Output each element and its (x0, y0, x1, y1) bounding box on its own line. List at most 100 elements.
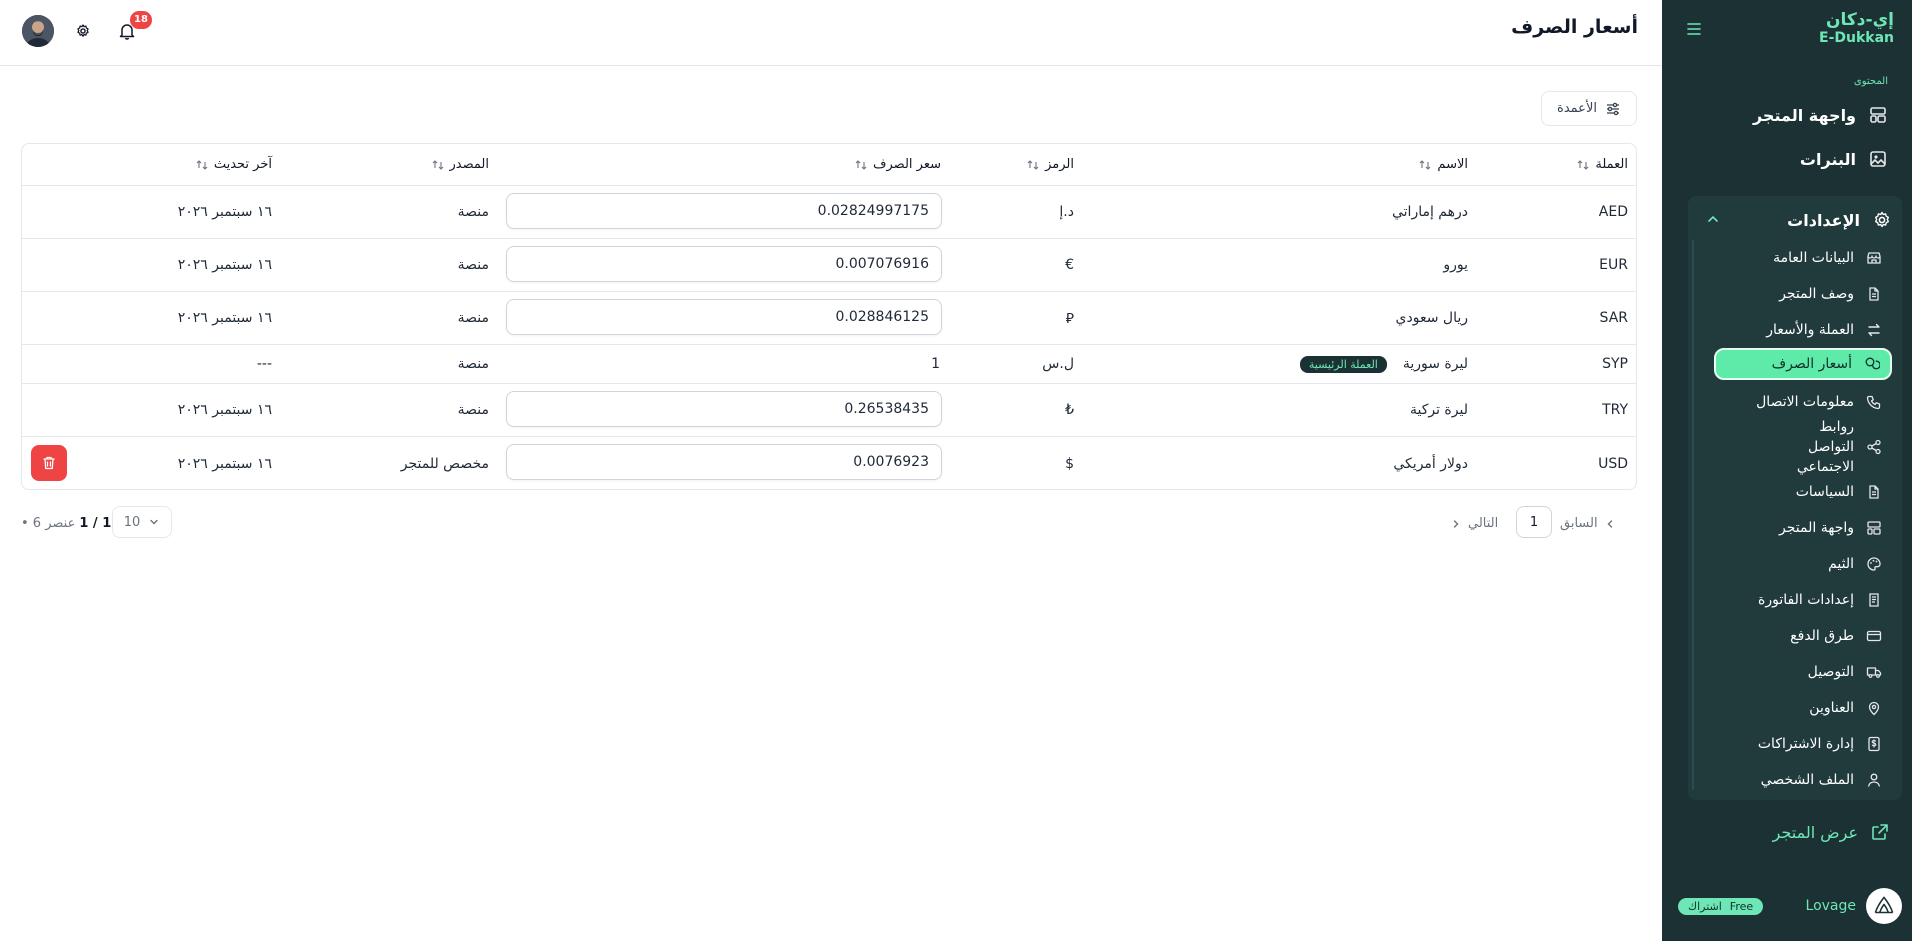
sidebar-item-storefront-settings[interactable]: واجهة المتجر (1724, 516, 1882, 540)
sidebar-item-store-description[interactable]: وصف المتجر (1724, 282, 1882, 306)
sidebar-item-label: أسعار الصرف (1771, 356, 1852, 372)
sidebar-item-policies[interactable]: السياسات (1724, 480, 1882, 504)
pagination-page[interactable]: 1 (1516, 506, 1552, 538)
brand-name-en: E-Dukkan (1819, 30, 1894, 46)
cell-source: مخصص للمتجر (400, 455, 489, 472)
sidebar-item-delivery[interactable]: التوصيل (1724, 660, 1882, 684)
sidebar-item-profile[interactable]: الملف الشخصي (1724, 768, 1882, 792)
user-icon (1866, 772, 1882, 788)
sidebar-item-label: البيانات العامة (1773, 250, 1854, 266)
dollar-icon (1866, 736, 1882, 752)
sidebar-item-label: طرق الدفع (1790, 628, 1854, 644)
cell-symbol: د.إ (1059, 204, 1074, 220)
header-label: العملة (1595, 157, 1628, 172)
sort-icon (1577, 159, 1589, 171)
menu-toggle-icon[interactable] (1686, 22, 1702, 36)
cell-source: منصة (457, 257, 489, 273)
cell-source: منصة (457, 402, 489, 418)
header-currency[interactable]: العملة (1577, 144, 1628, 185)
truck-icon (1866, 664, 1882, 680)
sort-icon (1027, 159, 1039, 171)
sidebar-item-invoice-settings[interactable]: إعدادات الفاتورة (1724, 588, 1882, 612)
header-source[interactable]: المصدر (432, 144, 489, 185)
sidebar-item-label: واجهة المتجر (1752, 105, 1856, 125)
brand-logo[interactable]: إي-دكان E-Dukkan (1819, 12, 1894, 46)
palette-icon (1866, 556, 1882, 572)
sort-icon (855, 159, 867, 171)
table-header: العملة الاسم الرمز سعر الصرف المصدر آخر … (22, 144, 1636, 186)
cell-name: ريال سعودي (1395, 310, 1468, 326)
cell-name: درهم إماراتي (1391, 204, 1468, 220)
sidebar-item-label: إعدادات الفاتورة (1758, 592, 1854, 608)
document-icon (1866, 286, 1882, 302)
view-store-link[interactable]: عرض المتجر (1773, 822, 1890, 842)
sidebar-item-payment-methods[interactable]: طرق الدفع (1724, 624, 1882, 648)
section-label: المحتوى (1853, 76, 1888, 87)
plan-name: Free (1729, 899, 1754, 913)
sidebar-item-label: معلومات الاتصال (1756, 394, 1854, 410)
rate-input[interactable] (506, 193, 942, 229)
sidebar-user[interactable]: Lovage اشتراك Free (1678, 888, 1902, 924)
cell-name-group: العملة الرئيسية ليرة سورية (1299, 345, 1468, 383)
sidebar-item-subscriptions[interactable]: إدارة الاشتراكات (1724, 732, 1882, 756)
header-label: الرمز (1045, 157, 1074, 172)
document-icon (1866, 484, 1882, 500)
plan-badge[interactable]: اشتراك Free (1678, 897, 1764, 915)
sidebar-item-theme[interactable]: الثيم (1724, 552, 1882, 576)
header-label: آخر تحديث (213, 157, 272, 172)
cell-symbol: € (1065, 257, 1074, 273)
cell-source: منصة (457, 356, 489, 372)
sidebar-item-currency-prices[interactable]: العملة والأسعار (1724, 318, 1882, 342)
header-symbol[interactable]: الرمز (1027, 144, 1074, 185)
chevron-up-icon[interactable] (1706, 212, 1720, 226)
page-size-select[interactable]: 10 (112, 506, 172, 538)
avatar[interactable] (22, 15, 54, 47)
trash-icon (43, 456, 55, 470)
header-updated[interactable]: آخر تحديث (196, 144, 272, 185)
pagination-prev[interactable]: السابق (1560, 516, 1616, 531)
cell-updated: ١٦ سبتمبر ٢٠٢٦ (177, 204, 272, 220)
sidebar-item-storefront[interactable]: واجهة المتجر (1686, 101, 1888, 129)
sidebar-item-contact-info[interactable]: معلومات الاتصال (1724, 390, 1882, 414)
image-icon (1868, 149, 1888, 169)
sidebar-item-social-links[interactable]: روابط التواصل الاجتماعي (1724, 419, 1882, 475)
settings-group: الإعدادات البيانات العامة وصف المتجر الع… (1688, 196, 1902, 800)
page-title: أسعار الصرف (1511, 16, 1638, 38)
rate-input[interactable] (506, 444, 942, 480)
cell-symbol: ل.س (1042, 356, 1074, 372)
header-label: سعر الصرف (873, 157, 941, 172)
sidebar-item-label: وصف المتجر (1779, 286, 1854, 302)
header-name[interactable]: الاسم (1419, 144, 1468, 185)
sidebar-item-settings[interactable]: الإعدادات (1698, 206, 1892, 234)
sidebar-item-exchange-rates[interactable]: أسعار الصرف (1714, 348, 1892, 380)
sidebar-item-label: العناوين (1809, 700, 1854, 716)
sidebar-item-addresses[interactable]: العناوين (1724, 696, 1882, 720)
sidebar-item-label: الثيم (1828, 556, 1854, 572)
table-row: TRY ليرة تركية ₺ منصة ١٦ سبتمبر ٢٠٢٦ (22, 384, 1636, 437)
settings-gear-icon[interactable] (75, 23, 91, 39)
header-rate[interactable]: سعر الصرف (855, 144, 941, 185)
rate-input[interactable] (506, 299, 942, 335)
header-label: المصدر (449, 157, 489, 172)
columns-button[interactable]: الأعمدة (1541, 91, 1637, 126)
sidebar-item-label: العملة والأسعار (1766, 322, 1854, 338)
table-row: EUR يورو € منصة ١٦ سبتمبر ٢٠٢٦ (22, 239, 1636, 292)
cell-updated: ١٦ سبتمبر ٢٠٢٦ (177, 310, 272, 326)
rate-input[interactable] (506, 391, 942, 427)
rate-input[interactable] (506, 246, 942, 282)
delete-button[interactable] (31, 445, 67, 481)
cell-name: يورو (1443, 257, 1468, 273)
leaf-logo-icon (1874, 896, 1894, 914)
table-row: USD دولار أمريكي $ مخصص للمتجر ١٦ سبتمبر… (22, 437, 1636, 489)
page-size-value: 10 (123, 514, 141, 530)
sidebar: إي-دكان E-Dukkan المحتوى واجهة المتجر ال… (1662, 0, 1912, 941)
sidebar-item-banners[interactable]: البنرات (1686, 145, 1888, 173)
view-store-label: عرض المتجر (1772, 822, 1858, 842)
sidebar-item-general-data[interactable]: البيانات العامة (1724, 246, 1882, 270)
cell-symbol: $ (1065, 455, 1074, 472)
settings-label: الإعدادات (1787, 210, 1860, 230)
pagination-next[interactable]: التالي (1450, 516, 1498, 531)
cell-updated: --- (256, 356, 272, 372)
sidebar-item-label: واجهة المتجر (1779, 520, 1854, 536)
scrollbar[interactable] (1692, 240, 1694, 790)
